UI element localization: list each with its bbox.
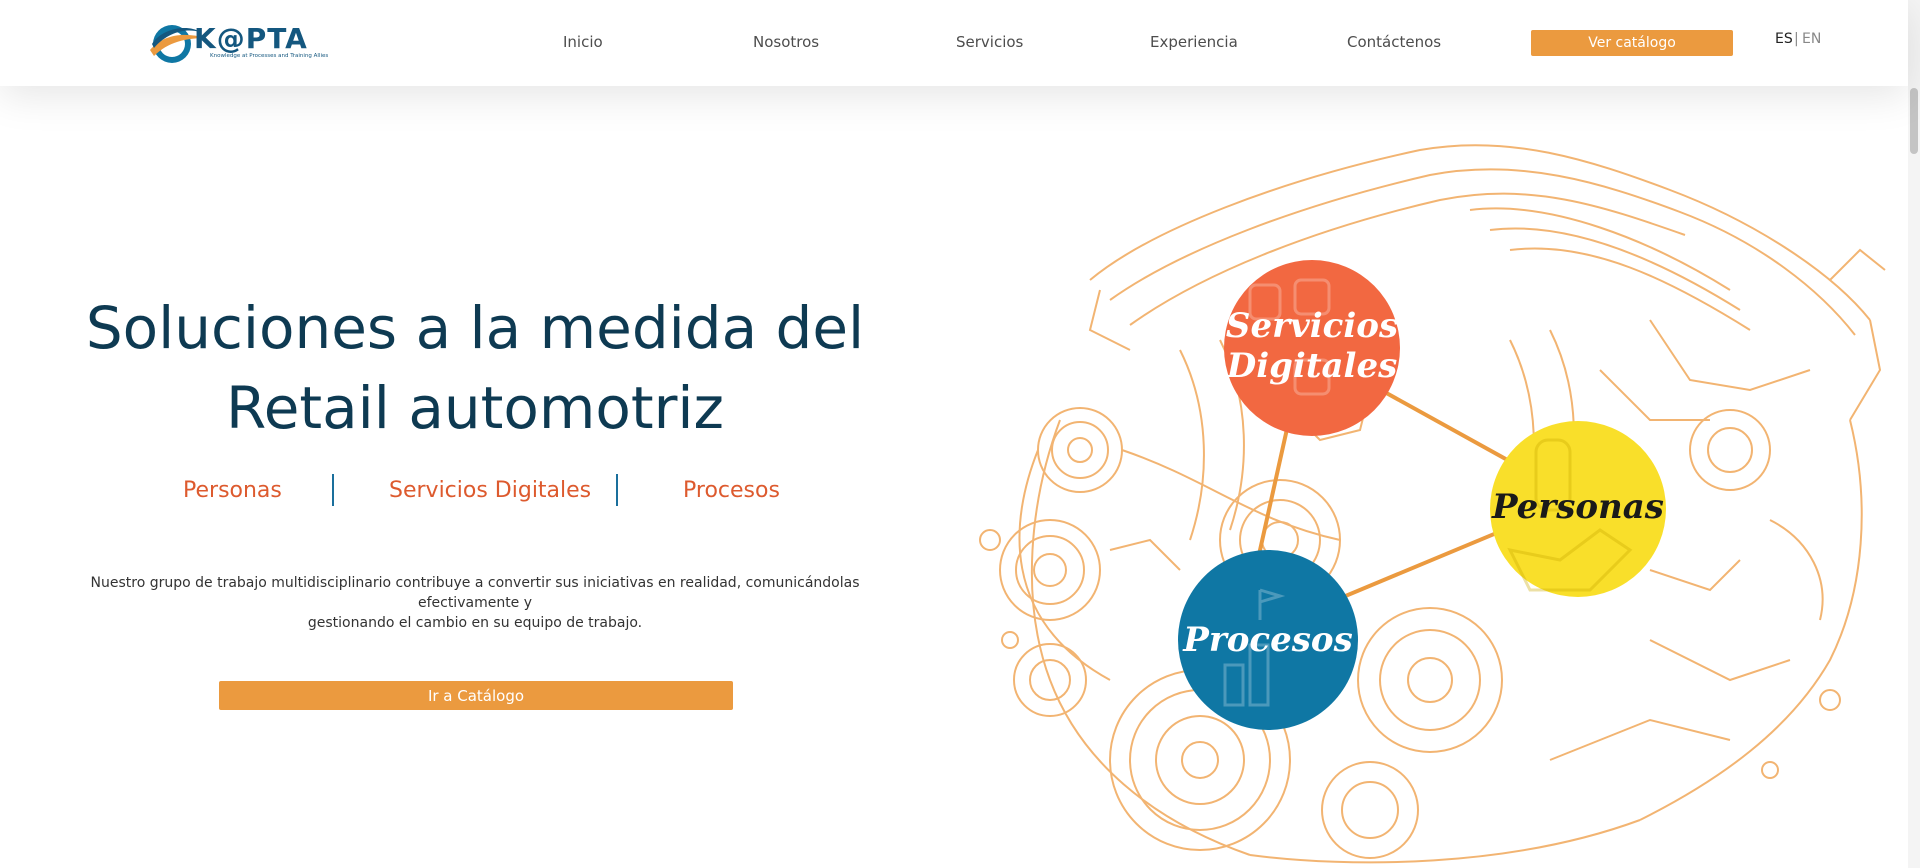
kapta-logo[interactable]: K@PTA Knowledge at Processes and Trainin… xyxy=(148,20,334,68)
hero-description-line2: gestionando el cambio en su equipo de tr… xyxy=(307,615,643,631)
language-separator: | xyxy=(1794,31,1799,47)
engine-illustration: Servicios Digitales Personas Procesos xyxy=(950,120,1890,868)
nav-contactenos[interactable]: Contáctenos xyxy=(1347,33,1441,51)
hero-description-line1: Nuestro grupo de trabajo multidisciplina… xyxy=(90,575,860,611)
language-es[interactable]: ES xyxy=(1775,31,1793,47)
ir-a-catalogo-button[interactable]: Ir a Catálogo xyxy=(219,681,733,710)
circle-label-procesos: Procesos xyxy=(1183,620,1353,660)
circle-label-servicios-digitales: Servicios Digitales xyxy=(1214,306,1410,386)
hero-title-line1: Soluciones a la medida del xyxy=(85,294,865,362)
nav-inicio[interactable]: Inicio xyxy=(563,33,603,51)
language-en[interactable]: EN xyxy=(1802,31,1821,47)
nav-experiencia[interactable]: Experiencia xyxy=(1150,33,1238,51)
page-scrollbar[interactable] xyxy=(1908,0,1920,868)
site-header: K@PTA Knowledge at Processes and Trainin… xyxy=(0,0,1908,86)
engine-line-art-icon xyxy=(979,144,1886,864)
nav-servicios[interactable]: Servicios xyxy=(956,33,1023,51)
hero-description: Nuestro grupo de trabajo multidisciplina… xyxy=(70,573,880,633)
circle-servicios-line2: Digitales xyxy=(1226,346,1398,386)
nav-nosotros[interactable]: Nosotros xyxy=(753,33,819,51)
scrollbar-thumb[interactable] xyxy=(1910,88,1918,154)
ver-catalogo-button[interactable]: Ver catálogo xyxy=(1531,30,1733,56)
pillar-procesos: Procesos xyxy=(683,478,780,503)
pillar-personas: Personas xyxy=(183,478,282,503)
circle-label-personas: Personas xyxy=(1492,487,1664,527)
circle-servicios-line1: Servicios xyxy=(1225,306,1399,346)
pillar-divider xyxy=(616,474,618,506)
logo-wordmark: K@PTA xyxy=(194,22,308,55)
pillar-divider xyxy=(332,474,334,506)
logo-tagline: Knowledge at Processes and Training Alli… xyxy=(210,53,329,59)
hero-title: Soluciones a la medida del Retail automo… xyxy=(80,288,870,448)
pillar-servicios-digitales: Servicios Digitales xyxy=(389,478,592,503)
hero-title-line2: Retail automotriz xyxy=(226,374,724,442)
